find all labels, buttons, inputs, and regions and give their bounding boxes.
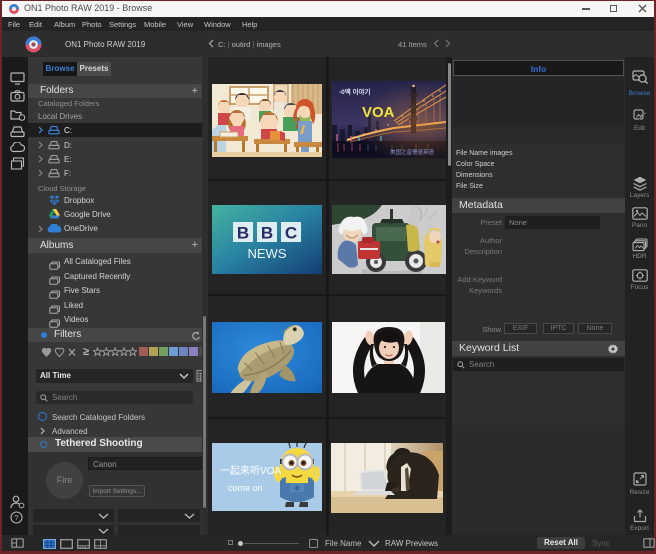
svg-text:B: B — [237, 224, 249, 243]
svg-text:come on: come on — [228, 483, 263, 493]
svg-text:C: C — [285, 224, 297, 243]
svg-text:VOA: VOA — [362, 104, 395, 121]
svg-text:一起来听VOA: 一起来听VOA — [220, 465, 281, 477]
svg-text:NEWS: NEWS — [248, 246, 287, 261]
svg-text:-0액 이야기: -0액 이야기 — [339, 87, 371, 96]
svg-text:?: ? — [14, 513, 18, 522]
svg-text:美国之音慢速英语: 美国之音慢速英语 — [390, 148, 435, 156]
svg-text:B: B — [261, 224, 273, 243]
